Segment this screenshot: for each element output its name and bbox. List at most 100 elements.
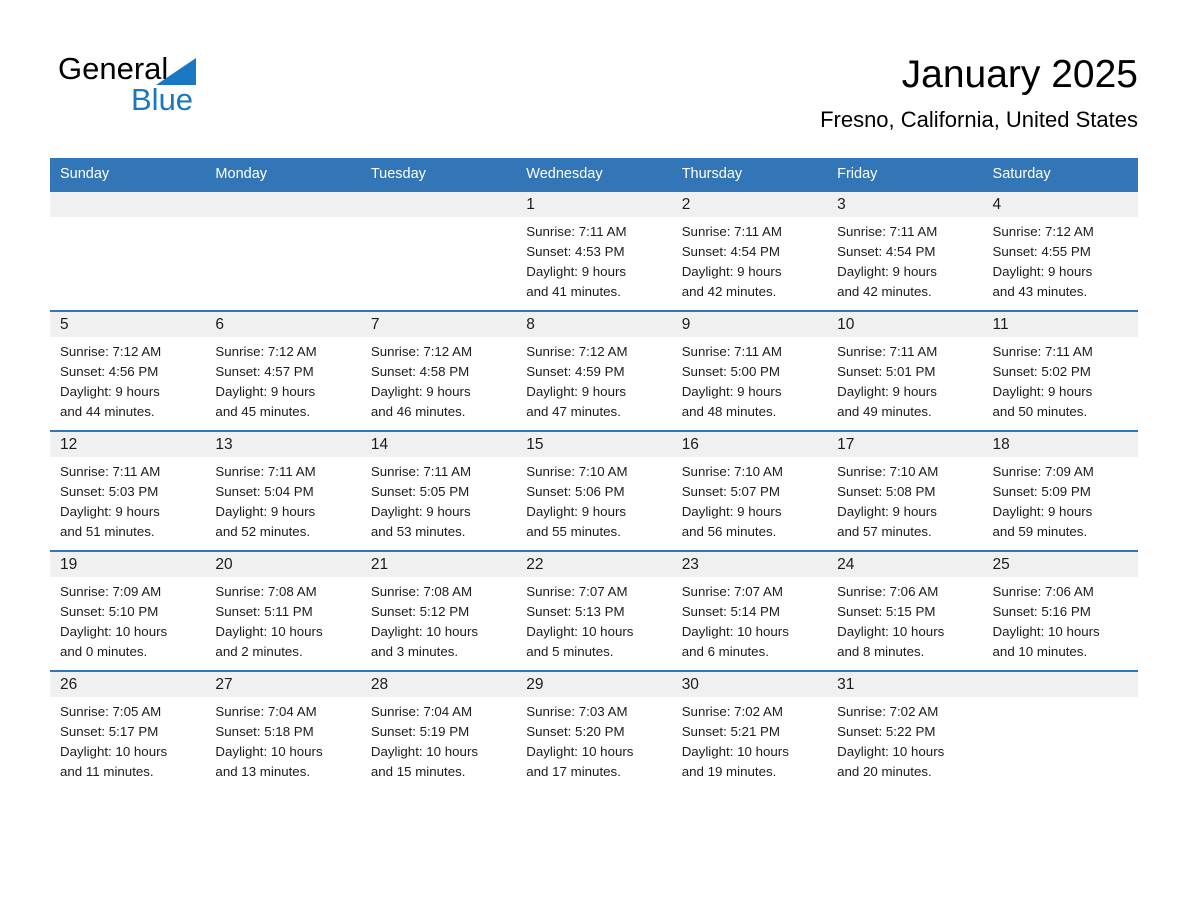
generalblue-logo: General Blue [58, 52, 318, 132]
calendar-cell[interactable]: 14 Sunrise: 7:11 AM Sunset: 5:05 PM Dayligh… [360, 430, 517, 551]
daylight-text-line2: and 43 minutes. [992, 284, 1088, 299]
calendar-cell[interactable]: 29 Sunrise: 7:03 AM Sunset: 5:20 PM Dayligh… [516, 670, 672, 790]
sunset-text: Sunset: 5:05 PM [370, 484, 470, 499]
weekday-header-saturday: Saturday [982, 158, 1138, 191]
sunset-text: Sunset: 5:06 PM [526, 484, 625, 499]
sunrise-text: Sunrise: 7:10 AM [837, 464, 939, 479]
sunset-text: Sunset: 5:04 PM [215, 484, 314, 499]
daylight-text-line1: Daylight: 10 hours [60, 624, 168, 639]
daylight-text-line2: and 48 minutes. [681, 404, 777, 419]
calendar-cell[interactable]: 18 Sunrise: 7:09 AM Sunset: 5:09 PM Dayligh… [982, 430, 1138, 551]
day-number: 22 [516, 552, 672, 577]
day-number: 16 [671, 432, 828, 457]
sunset-text: Sunset: 5:18 PM [215, 724, 314, 739]
calendar-cell[interactable]: 20 Sunrise: 7:08 AM Sunset: 5:11 PM Dayligh… [205, 550, 361, 671]
calendar-cell[interactable]: 12 Sunrise: 7:11 AM Sunset: 5:03 PM Dayligh… [50, 430, 206, 551]
day-number: 24 [827, 552, 983, 577]
sunrise-text: Sunrise: 7:10 AM [526, 464, 628, 479]
calendar-cell[interactable] [360, 190, 517, 311]
daylight-text-line2: and 20 minutes. [837, 764, 932, 779]
daylight-text-line1: Daylight: 10 hours [60, 744, 168, 759]
sunset-text: Sunset: 5:08 PM [837, 484, 936, 499]
sunrise-text: Sunrise: 7:03 AM [526, 704, 628, 719]
daylight-text-line1: Daylight: 9 hours [526, 504, 627, 519]
calendar-cell[interactable]: 2 Sunrise: 7:11 AM Sunset: 4:54 PM Daylight… [671, 190, 828, 311]
calendar-cell[interactable]: 30 Sunrise: 7:02 AM Sunset: 5:21 PM Dayligh… [671, 670, 828, 790]
calendar-cell[interactable]: 17 Sunrise: 7:10 AM Sunset: 5:08 PM Dayligh… [827, 430, 983, 551]
calendar-cell[interactable]: 9 Sunrise: 7:11 AM Sunset: 5:00 PM Daylight… [671, 310, 828, 431]
calendar-cell[interactable]: 27 Sunrise: 7:04 AM Sunset: 5:18 PM Dayligh… [205, 670, 361, 790]
daylight-text-line1: Daylight: 10 hours [681, 624, 789, 639]
sunrise-text: Sunrise: 7:02 AM [837, 704, 939, 719]
daylight-text-line2: and 53 minutes. [370, 524, 466, 539]
daylight-text-line2: and 5 minutes. [526, 644, 614, 659]
calendar-cell[interactable]: 21 Sunrise: 7:08 AM Sunset: 5:12 PM Dayligh… [360, 550, 517, 671]
daylight-text-line2: and 11 minutes. [60, 764, 154, 779]
day-number: 20 [205, 552, 361, 577]
day-number: 13 [205, 432, 361, 457]
calendar-cell[interactable]: 8 Sunrise: 7:12 AM Sunset: 4:59 PM Daylight… [516, 310, 672, 431]
calendar-cell[interactable]: 24 Sunrise: 7:06 AM Sunset: 5:15 PM Dayligh… [827, 550, 983, 671]
day-number: 1 [516, 192, 672, 217]
day-number: 25 [982, 552, 1138, 577]
logo-triangle-icon [156, 58, 196, 85]
daylight-text-line2: and 42 minutes. [837, 284, 932, 299]
calendar-cell[interactable]: 3 Sunrise: 7:11 AM Sunset: 4:54 PM Daylight… [827, 190, 983, 311]
calendar-cell[interactable]: 11 Sunrise: 7:11 AM Sunset: 5:02 PM Dayligh… [982, 310, 1138, 431]
sunrise-text: Sunrise: 7:08 AM [215, 584, 317, 599]
sunset-text: Sunset: 5:17 PM [60, 724, 159, 739]
daylight-text-line1: Daylight: 9 hours [837, 264, 937, 279]
sunset-text: Sunset: 5:01 PM [837, 364, 936, 379]
calendar-cell[interactable]: 25 Sunrise: 7:06 AM Sunset: 5:16 PM Dayligh… [982, 550, 1138, 671]
calendar-cell[interactable]: 22 Sunrise: 7:07 AM Sunset: 5:13 PM Dayligh… [516, 550, 672, 671]
sunset-text: Sunset: 5:13 PM [526, 604, 625, 619]
sunset-text: Sunset: 5:20 PM [526, 724, 625, 739]
calendar-cell[interactable]: 1 Sunrise: 7:11 AM Sunset: 4:53 PM Daylight… [516, 190, 672, 311]
calendar-cell[interactable]: 26 Sunrise: 7:05 AM Sunset: 5:17 PM Dayligh… [50, 670, 206, 790]
sunrise-text: Sunrise: 7:07 AM [526, 584, 628, 599]
calendar-cell[interactable]: 7 Sunrise: 7:12 AM Sunset: 4:58 PM Daylight… [360, 310, 517, 431]
day-number: 7 [360, 312, 517, 337]
day-number: 12 [50, 432, 206, 457]
calendar-cell[interactable]: 5 Sunrise: 7:12 AM Sunset: 4:56 PM Daylight… [50, 310, 206, 431]
daylight-text-line2: and 10 minutes. [992, 644, 1088, 659]
sunrise-text: Sunrise: 7:11 AM [215, 464, 316, 479]
sunset-text: Sunset: 5:02 PM [992, 364, 1091, 379]
daylight-text-line1: Daylight: 9 hours [526, 264, 627, 279]
calendar-cell[interactable]: 10 Sunrise: 7:11 AM Sunset: 5:01 PM Dayligh… [827, 310, 983, 431]
daylight-text-line1: Daylight: 10 hours [681, 744, 789, 759]
calendar-cell[interactable] [205, 190, 361, 311]
calendar-cell[interactable]: 13 Sunrise: 7:11 AM Sunset: 5:04 PM Dayligh… [205, 430, 361, 551]
calendar-cell[interactable]: 15 Sunrise: 7:10 AM Sunset: 5:06 PM Dayligh… [516, 430, 672, 551]
day-number: 28 [360, 672, 517, 697]
calendar-cell[interactable]: 16 Sunrise: 7:10 AM Sunset: 5:07 PM Dayligh… [671, 430, 828, 551]
page-subtitle-location: Fresno, California, United States [820, 107, 1138, 132]
sunrise-text: Sunrise: 7:04 AM [370, 704, 473, 719]
daylight-text-line2: and 19 minutes. [681, 764, 777, 779]
calendar-cell[interactable]: 19 Sunrise: 7:09 AM Sunset: 5:10 PM Dayligh… [50, 550, 206, 671]
daylight-text-line1: Daylight: 9 hours [837, 504, 937, 519]
calendar-cell[interactable] [982, 670, 1138, 790]
daylight-text-line1: Daylight: 9 hours [681, 384, 782, 399]
day-number: 15 [516, 432, 672, 457]
calendar-cell[interactable]: 31 Sunrise: 7:02 AM Sunset: 5:22 PM Dayligh… [827, 670, 983, 790]
calendar-cell[interactable]: 6 Sunrise: 7:12 AM Sunset: 4:57 PM Daylight… [205, 310, 361, 431]
daylight-text-line1: Daylight: 9 hours [215, 384, 316, 399]
daylight-text-line2: and 44 minutes. [60, 404, 155, 419]
weekday-header-wednesday: Wednesday [516, 158, 672, 191]
daylight-text-line2: and 56 minutes. [681, 524, 777, 539]
day-number: 18 [982, 432, 1138, 457]
day-number: 9 [671, 312, 828, 337]
daylight-text-line2: and 8 minutes. [837, 644, 925, 659]
calendar-cell[interactable] [50, 190, 206, 311]
daylight-text-line2: and 46 minutes. [370, 404, 466, 419]
day-number: 26 [50, 672, 206, 697]
calendar-cell[interactable]: 28 Sunrise: 7:04 AM Sunset: 5:19 PM Dayligh… [360, 670, 517, 790]
day-number: 31 [827, 672, 983, 697]
calendar-body: 1 Sunrise: 7:11 AM Sunset: 4:53 PM Daylight… [50, 190, 1138, 790]
sunrise-text: Sunrise: 7:11 AM [526, 224, 627, 239]
calendar-cell[interactable]: 23 Sunrise: 7:07 AM Sunset: 5:14 PM Dayligh… [671, 550, 828, 671]
daylight-text-line1: Daylight: 9 hours [681, 264, 782, 279]
day-number: 11 [982, 312, 1138, 337]
calendar-cell[interactable]: 4 Sunrise: 7:12 AM Sunset: 4:55 PM Daylight… [982, 190, 1138, 311]
